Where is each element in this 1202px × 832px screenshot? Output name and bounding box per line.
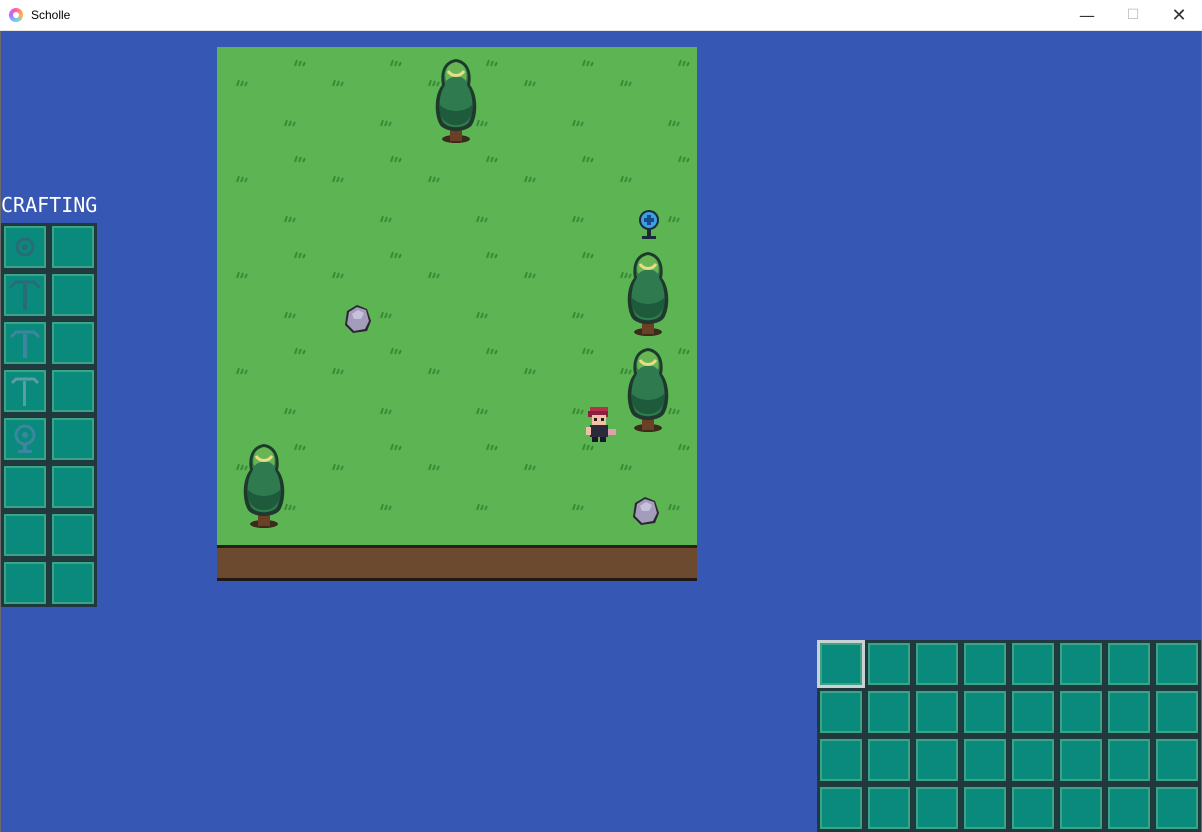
inventory-slot-13[interactable]	[1009, 688, 1057, 736]
crafting-output-slot-1[interactable]	[49, 223, 97, 271]
inventory-slot-7[interactable]	[1105, 640, 1153, 688]
inventory-slot-24[interactable]	[1153, 736, 1201, 784]
world-terrain	[236, 57, 690, 530]
crafting-recipe-slot-2[interactable]	[1, 271, 49, 319]
crafting-recipe-slot-8[interactable]	[1, 559, 49, 607]
crafting-recipe-slot-5[interactable]	[1, 415, 49, 463]
inventory-slot-19[interactable]	[913, 736, 961, 784]
crafting-output-slot-7[interactable]	[49, 511, 97, 559]
crafting-label: CRAFTING	[1, 193, 98, 217]
inventory-slot-10[interactable]	[865, 688, 913, 736]
inventory-slot-22[interactable]	[1057, 736, 1105, 784]
inventory-slot-16[interactable]	[1153, 688, 1201, 736]
inventory-slot-30[interactable]	[1057, 784, 1105, 832]
window-title: Scholle	[31, 8, 71, 22]
window-titlebar: Scholle — ☐ ✕	[0, 0, 1202, 31]
inventory-slot-12[interactable]	[961, 688, 1009, 736]
tree-4[interactable]	[242, 442, 286, 530]
game-world-map[interactable]	[217, 47, 697, 581]
crafting-recipe-slot-7[interactable]	[1, 511, 49, 559]
inventory-slot-25[interactable]	[817, 784, 865, 832]
inventory-slot-27[interactable]	[913, 784, 961, 832]
inventory-slot-20[interactable]	[961, 736, 1009, 784]
crafting-recipe-slot-3[interactable]	[1, 319, 49, 367]
inventory-slot-6[interactable]	[1057, 640, 1105, 688]
pickaxe-blueprint-icon	[9, 330, 41, 358]
tree-3[interactable]	[626, 346, 670, 434]
inventory-grid	[817, 640, 1201, 832]
inventory-slot-9[interactable]	[817, 688, 865, 736]
blue-orb-item[interactable]	[639, 210, 659, 239]
dirt-ground-strip	[217, 545, 697, 581]
inventory-slot-26[interactable]	[865, 784, 913, 832]
inventory-slot-2[interactable]	[865, 640, 913, 688]
gear-blueprint-icon	[15, 237, 35, 257]
crafting-output-slot-2[interactable]	[49, 271, 97, 319]
crafting-output-slot-6[interactable]	[49, 463, 97, 511]
inventory-slot-3[interactable]	[913, 640, 961, 688]
rock-2[interactable]	[633, 497, 659, 525]
inventory-slot-1[interactable]	[817, 640, 865, 688]
crafting-grid	[1, 223, 97, 607]
tree-1[interactable]	[434, 57, 478, 145]
inventory-slot-8[interactable]	[1153, 640, 1201, 688]
tree-2[interactable]	[626, 250, 670, 338]
crafting-output-slot-3[interactable]	[49, 319, 97, 367]
crafting-recipe-slot-1[interactable]	[1, 223, 49, 271]
pickaxe-blueprint-icon	[10, 377, 40, 406]
inventory-slot-32[interactable]	[1153, 784, 1201, 832]
player-character[interactable]	[586, 407, 616, 442]
minimize-button[interactable]: —	[1064, 0, 1110, 30]
close-button[interactable]: ✕	[1156, 0, 1202, 30]
inventory-slot-15[interactable]	[1105, 688, 1153, 736]
crafting-recipe-slot-6[interactable]	[1, 463, 49, 511]
lamp-blueprint-icon	[14, 424, 36, 453]
inventory-slot-31[interactable]	[1105, 784, 1153, 832]
inventory-slot-11[interactable]	[913, 688, 961, 736]
pickaxe-blueprint-icon	[8, 280, 42, 310]
app-icon	[9, 8, 23, 22]
crafting-recipe-slot-4[interactable]	[1, 367, 49, 415]
maximize-button[interactable]: ☐	[1110, 0, 1156, 30]
inventory-slot-28[interactable]	[961, 784, 1009, 832]
inventory-slot-4[interactable]	[961, 640, 1009, 688]
crafting-output-slot-5[interactable]	[49, 415, 97, 463]
crafting-output-slot-8[interactable]	[49, 559, 97, 607]
crafting-output-slot-4[interactable]	[49, 367, 97, 415]
inventory-slot-29[interactable]	[1009, 784, 1057, 832]
rock-1[interactable]	[345, 305, 371, 333]
inventory-slot-23[interactable]	[1105, 736, 1153, 784]
inventory-slot-18[interactable]	[865, 736, 913, 784]
inventory-slot-5[interactable]	[1009, 640, 1057, 688]
inventory-slot-17[interactable]	[817, 736, 865, 784]
inventory-slot-21[interactable]	[1009, 736, 1057, 784]
inventory-slot-14[interactable]	[1057, 688, 1105, 736]
